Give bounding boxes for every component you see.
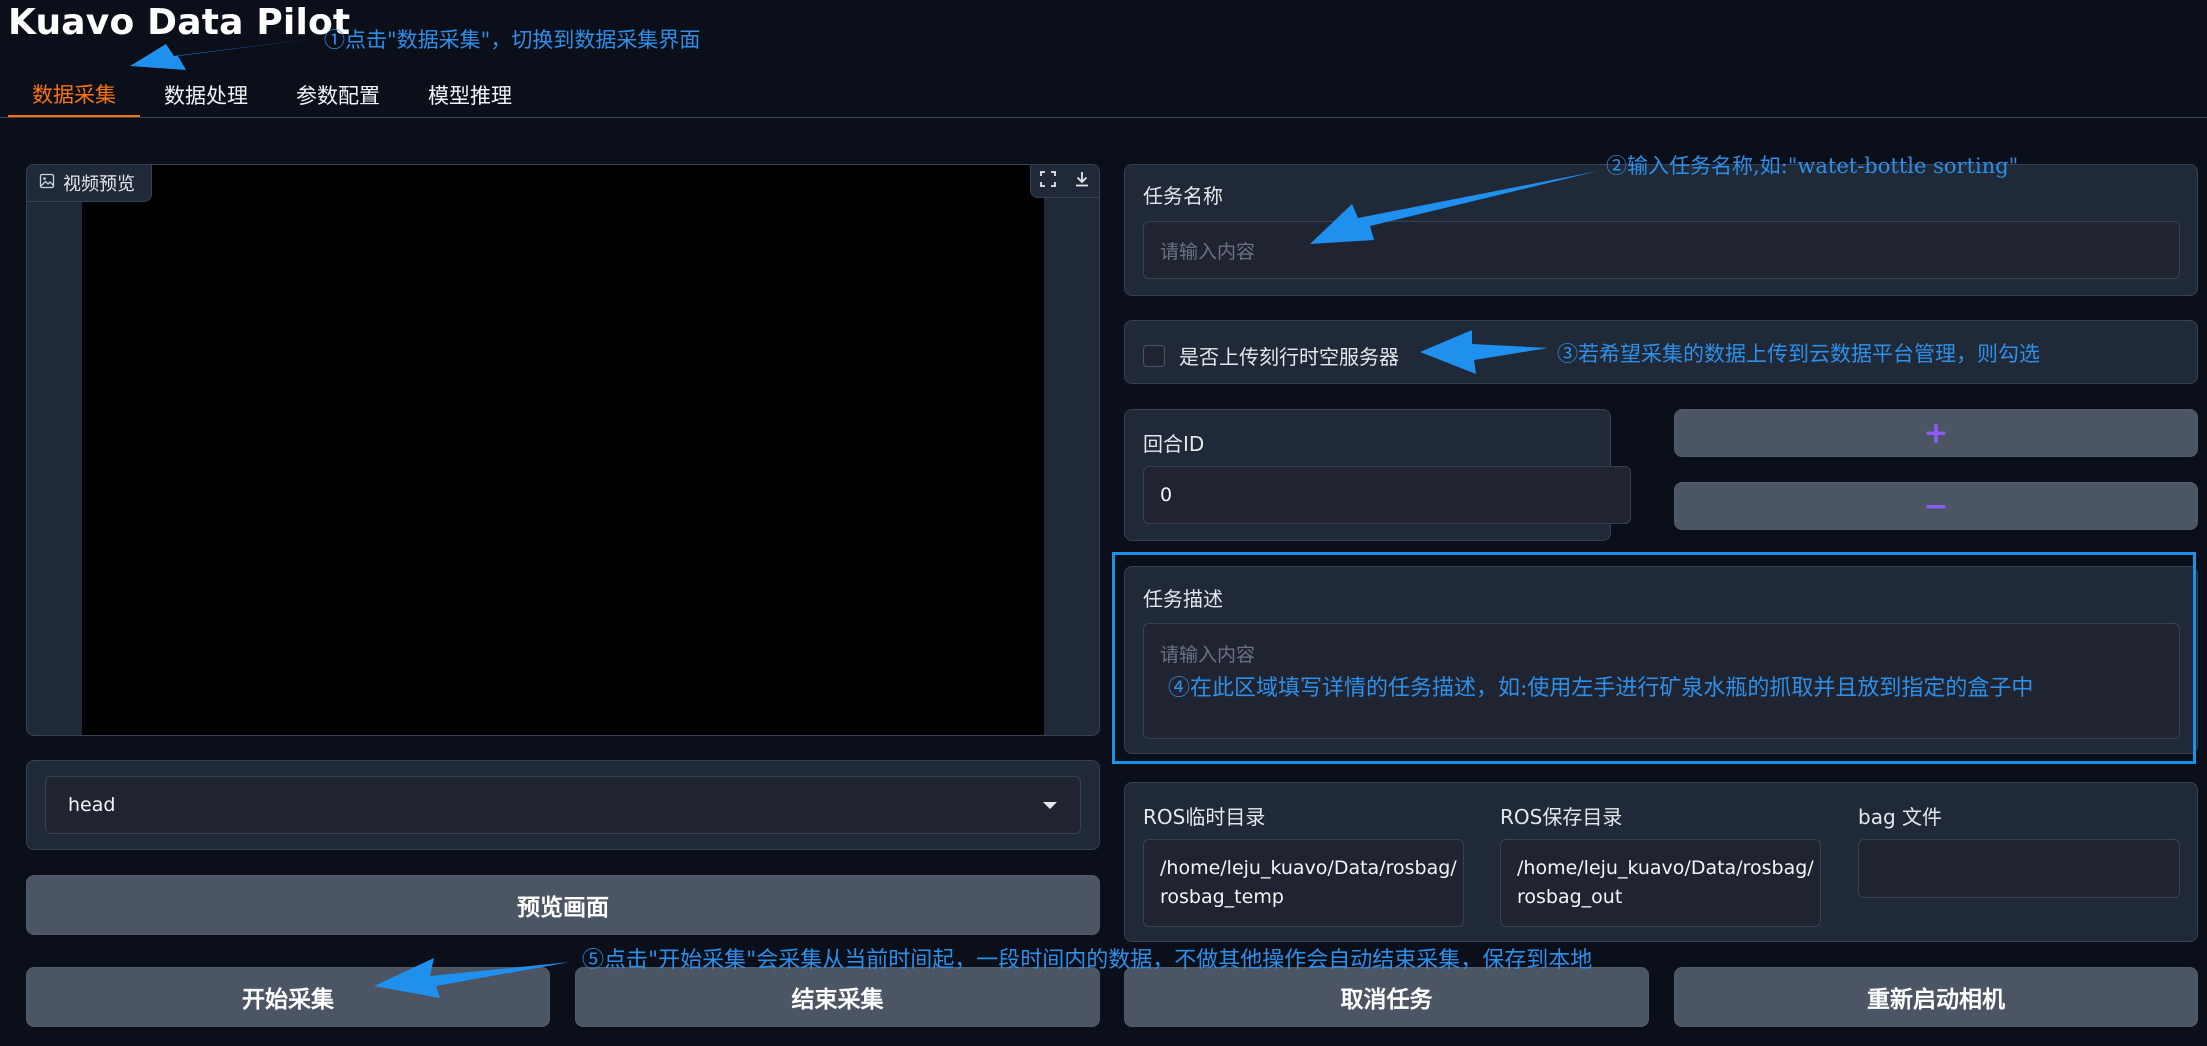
annotation-4: ④在此区域填写详情的任务描述，如:使用左手进行矿泉水瓶的抓取并且放到指定的盒子中 xyxy=(1168,676,2034,701)
annotation-5: ⑤点击"开始采集"会采集从当前时间起，一段时间内的数据，不做其他操作会自动结束采… xyxy=(582,948,1593,973)
annotation-arrow-1 xyxy=(130,38,318,70)
annotation-3: ③若希望采集的数据上传到云数据平台管理，则勾选 xyxy=(1557,342,2040,366)
annotation-arrow-2 xyxy=(1310,171,1598,244)
annotation-arrow-3 xyxy=(1420,330,1548,374)
annotation-2: ②输入任务名称,如:"watet-bottle sorting" xyxy=(1606,154,2019,178)
annotation-arrow-5 xyxy=(374,958,570,998)
annotation-1: ①点击"数据采集"，切换到数据采集界面 xyxy=(324,28,701,52)
